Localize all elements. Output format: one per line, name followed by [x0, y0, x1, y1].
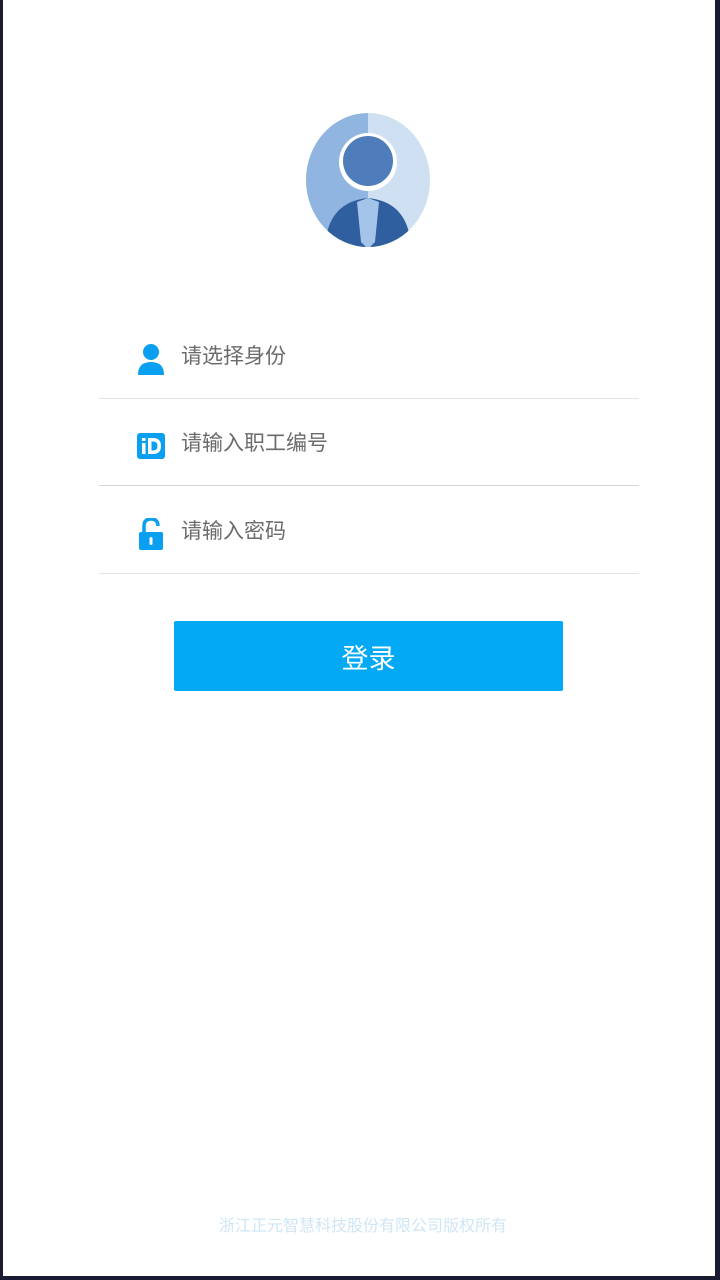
password-row[interactable] [99, 488, 639, 574]
employee-id-input[interactable] [181, 400, 621, 485]
copyright-text: 浙江正元智慧科技股份有限公司版权所有 [218, 1216, 507, 1235]
avatar [306, 113, 430, 247]
identity-select-row[interactable] [99, 313, 639, 399]
identity-select[interactable] [181, 313, 621, 398]
login-button[interactable]: 登录 [174, 621, 563, 691]
login-screen: 登录 浙江正元智慧科技股份有限公司版权所有 [0, 0, 720, 1280]
employee-id-row[interactable] [99, 400, 639, 486]
id-icon [137, 433, 165, 459]
user-icon [138, 344, 164, 375]
password-input[interactable] [181, 488, 621, 573]
unlock-icon [139, 518, 163, 550]
